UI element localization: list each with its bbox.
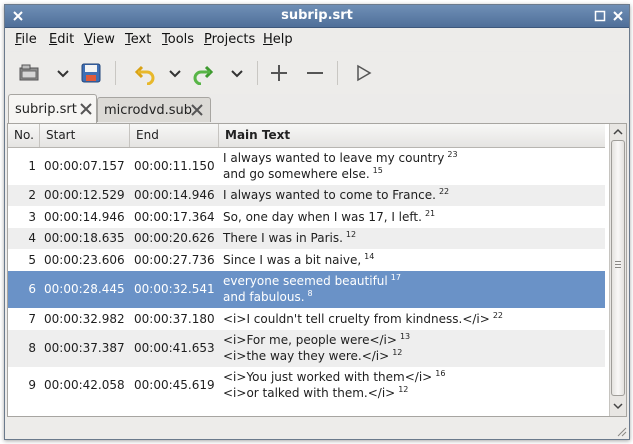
table-row[interactable]: 8 00:00:37.387 00:00:41.653 <i>For me, p…: [8, 330, 605, 367]
toolbar-separator: [337, 61, 338, 85]
row-number: 1: [28, 159, 36, 173]
undo-dropdown-icon[interactable]: [163, 61, 187, 85]
row-text: So, one day when I was 17, I left. 21: [223, 209, 436, 224]
row-start: 00:00:23.606: [44, 253, 125, 267]
row-text: I always wanted to come to France. 22: [223, 187, 450, 202]
row-end: 00:00:41.653: [134, 341, 215, 355]
menu-text[interactable]: Text: [125, 32, 151, 47]
row-end: 00:00:14.946: [134, 188, 215, 202]
open-icon[interactable]: [17, 61, 41, 85]
resize-grip-icon[interactable]: [615, 425, 627, 437]
row-end: 00:00:37.180: [134, 312, 215, 326]
menubar: File Edit View Text Tools Projects Help: [5, 28, 629, 51]
column-header-main-text[interactable]: Main Text: [219, 124, 605, 147]
row-end: 00:00:11.150: [134, 159, 215, 173]
subtitle-rows: 1 00:00:07.157 00:00:11.150 I always wan…: [8, 148, 605, 404]
row-start: 00:00:14.946: [44, 210, 125, 224]
scroll-down-arrow-icon[interactable]: [612, 400, 624, 412]
table-row[interactable]: 4 00:00:18.635 00:00:20.626 There I was …: [8, 228, 605, 249]
row-start: 00:00:32.982: [44, 312, 125, 326]
toolbar-separator: [115, 61, 116, 85]
row-number: 9: [28, 378, 36, 392]
redo-dropdown-icon[interactable]: [225, 61, 249, 85]
table-row[interactable]: 1 00:00:07.157 00:00:11.150 I always wan…: [8, 148, 605, 185]
statusbar: [5, 417, 629, 439]
close-tab-icon[interactable]: [190, 103, 204, 117]
table-header: No. Start End Main Text: [8, 124, 605, 148]
row-number: 3: [28, 210, 36, 224]
scrollbar-grip: [615, 261, 621, 270]
row-end: 00:00:27.736: [134, 253, 215, 267]
row-number: 8: [28, 341, 36, 355]
add-icon[interactable]: [267, 61, 291, 85]
open-dropdown-icon[interactable]: [51, 61, 75, 85]
column-header-end[interactable]: End: [130, 124, 219, 147]
toolbar: [5, 52, 629, 94]
row-text: I always wanted to leave my country 23 and…: [223, 150, 458, 181]
menu-file[interactable]: File: [15, 32, 37, 47]
row-number: 5: [28, 253, 36, 267]
row-text: There I was in Paris. 12: [223, 230, 357, 245]
tab-subrip[interactable]: subrip.srt: [8, 94, 97, 123]
tab-label: microdvd.sub: [104, 103, 193, 118]
app-window: subrip.srt File Edit View Text Tools Pro…: [4, 4, 630, 440]
row-start: 00:00:18.635: [44, 231, 125, 245]
titlebar[interactable]: subrip.srt: [5, 5, 629, 28]
menu-help[interactable]: Help: [263, 32, 293, 47]
table-row-selected[interactable]: 6 00:00:28.445 00:00:32.541 everyone see…: [8, 271, 605, 308]
menu-edit[interactable]: Edit: [49, 32, 74, 47]
table-row[interactable]: 5 00:00:23.606 00:00:27.736 Since I was …: [8, 249, 605, 271]
tab-label: subrip.srt: [15, 102, 77, 117]
row-end: 00:00:45.619: [134, 378, 215, 392]
row-text: Since I was a bit naive, 14: [223, 252, 375, 267]
row-text: <i>I couldn't tell cruelty from kindness…: [223, 311, 503, 326]
document-tabs: subrip.srt microdvd.sub: [5, 94, 629, 124]
subtitle-panel: No. Start End Main Text 1 00:00:07.157 0…: [7, 123, 627, 417]
toolbar-separator: [257, 61, 258, 85]
table-row[interactable]: 2 00:00:12.529 00:00:14.946 I always wan…: [8, 185, 605, 206]
row-text: everyone seemed beautiful 17 and fabulous.…: [223, 273, 401, 304]
row-text: <i>For me, people were</i> 13 <i>the way t…: [223, 332, 411, 363]
tab-microdvd[interactable]: microdvd.sub: [97, 97, 211, 122]
undo-icon[interactable]: [133, 61, 157, 85]
vertical-scrollbar[interactable]: [609, 124, 626, 416]
column-header-start[interactable]: Start: [40, 124, 130, 147]
table-row[interactable]: 9 00:00:42.058 00:00:45.619 <i>You just …: [8, 367, 605, 404]
save-icon[interactable]: [79, 61, 103, 85]
redo-icon[interactable]: [191, 61, 215, 85]
row-end: 00:00:20.626: [134, 231, 215, 245]
row-start: 00:00:12.529: [44, 188, 125, 202]
row-end: 00:00:17.364: [134, 210, 215, 224]
maximize-window-icon[interactable]: [593, 9, 607, 23]
remove-icon[interactable]: [303, 61, 327, 85]
row-start: 00:00:37.387: [44, 341, 125, 355]
row-number: 6: [28, 282, 36, 296]
row-start: 00:00:42.058: [44, 378, 125, 392]
row-text: <i>You just worked with them</i> 16 <i>or …: [223, 369, 446, 400]
row-number: 7: [28, 312, 36, 326]
row-start: 00:00:28.445: [44, 282, 125, 296]
play-icon[interactable]: [351, 61, 375, 85]
close-tab-icon[interactable]: [79, 102, 93, 116]
row-number: 4: [28, 231, 36, 245]
close-window-right-icon[interactable]: [611, 9, 625, 23]
row-start: 00:00:07.157: [44, 159, 125, 173]
scroll-up-arrow-icon[interactable]: [612, 126, 624, 138]
menu-tools[interactable]: Tools: [162, 32, 194, 47]
row-end: 00:00:32.541: [134, 282, 215, 296]
table-row[interactable]: 3 00:00:14.946 00:00:17.364 So, one day …: [8, 206, 605, 228]
column-header-no[interactable]: No.: [8, 124, 40, 147]
table-row[interactable]: 7 00:00:32.982 00:00:37.180 <i>I couldn'…: [8, 308, 605, 330]
window-title: subrip.srt: [281, 8, 353, 23]
row-number: 2: [28, 188, 36, 202]
menu-view[interactable]: View: [84, 32, 115, 47]
menu-projects[interactable]: Projects: [204, 32, 255, 47]
scrollbar-thumb[interactable]: [611, 140, 625, 396]
